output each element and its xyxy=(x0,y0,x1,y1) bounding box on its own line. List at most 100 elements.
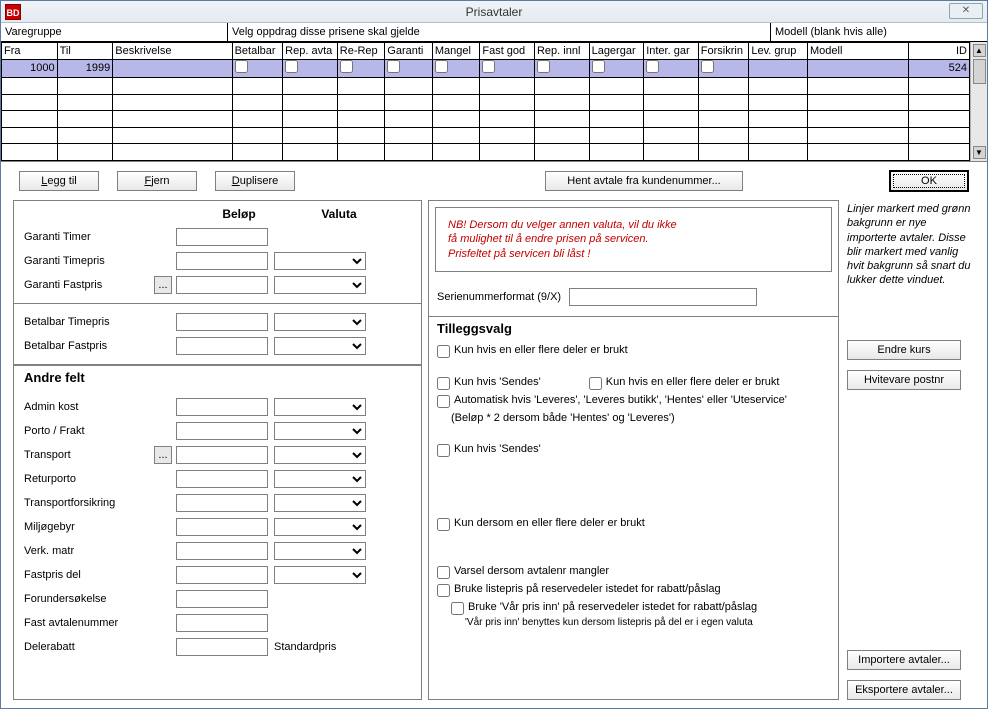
fastpris-del-valuta[interactable] xyxy=(274,566,366,584)
forundersokelse-input[interactable] xyxy=(176,590,268,608)
cb-kun-dersom-deler[interactable] xyxy=(437,518,450,531)
grid-scrollbar[interactable]: ▲ ▼ xyxy=(970,42,987,161)
col-beskrivelse[interactable]: Beskrivelse xyxy=(113,43,232,60)
delerabatt-input[interactable] xyxy=(176,638,268,656)
cell-beskrivelse[interactable] xyxy=(113,59,232,78)
cell-til[interactable]: 1999 xyxy=(57,59,113,78)
cb-lagergar[interactable] xyxy=(592,60,605,73)
cell-rep-avta[interactable] xyxy=(283,59,338,78)
miljogebyr-input[interactable] xyxy=(176,518,268,536)
cell-inter-gar[interactable] xyxy=(644,59,699,78)
porto-frakt-input[interactable] xyxy=(176,422,268,440)
garanti-timepris-valuta[interactable] xyxy=(274,252,366,270)
transport-valuta[interactable] xyxy=(274,446,366,464)
cell-id[interactable]: 524 xyxy=(909,59,970,78)
cb-kun-deler-brukt[interactable] xyxy=(437,345,450,358)
transport-ellipsis-button[interactable]: ... xyxy=(154,446,172,464)
col-modell[interactable]: Modell xyxy=(808,43,909,60)
col-lagergar[interactable]: Lagergar xyxy=(589,43,644,60)
col-forsikrin[interactable]: Forsikrin xyxy=(698,43,749,60)
cb-inter-gar[interactable] xyxy=(646,60,659,73)
scroll-up-icon[interactable]: ▲ xyxy=(973,44,986,57)
betalbar-fastpris-valuta[interactable] xyxy=(274,337,366,355)
cell-garanti[interactable] xyxy=(385,59,433,78)
grid-row-empty[interactable] xyxy=(2,127,970,144)
betalbar-timepris-valuta[interactable] xyxy=(274,313,366,331)
admin-kost-input[interactable] xyxy=(176,398,268,416)
cell-fra[interactable]: 1000 xyxy=(2,59,58,78)
cb-bruke-var-pris[interactable] xyxy=(451,602,464,615)
col-re-rep[interactable]: Re-Rep xyxy=(337,43,385,60)
cb-varsel-avtalenr[interactable] xyxy=(437,566,450,579)
col-til[interactable]: Til xyxy=(57,43,113,60)
cell-mangel[interactable] xyxy=(432,59,480,78)
garanti-timepris-input[interactable] xyxy=(176,252,268,270)
endre-kurs-button[interactable]: Endre kurs xyxy=(847,340,961,360)
cb-kun-sendes-2[interactable] xyxy=(437,444,450,457)
hvitevare-postnr-button[interactable]: Hvitevare postnr xyxy=(847,370,961,390)
betalbar-timepris-input[interactable] xyxy=(176,313,268,331)
col-id[interactable]: ID xyxy=(909,43,970,60)
miljogebyr-valuta[interactable] xyxy=(274,518,366,536)
verk-matr-valuta[interactable] xyxy=(274,542,366,560)
returporto-valuta[interactable] xyxy=(274,470,366,488)
cb-betalbar[interactable] xyxy=(235,60,248,73)
cell-re-rep[interactable] xyxy=(337,59,385,78)
admin-kost-valuta[interactable] xyxy=(274,398,366,416)
ok-button[interactable]: OK xyxy=(889,170,969,192)
cb-rep-innl[interactable] xyxy=(537,60,550,73)
cell-lagergar[interactable] xyxy=(589,59,644,78)
transportforsikring-valuta[interactable] xyxy=(274,494,366,512)
cb-rep-avta[interactable] xyxy=(285,60,298,73)
garanti-fastpris-input[interactable] xyxy=(176,276,268,294)
grid-row-empty[interactable] xyxy=(2,144,970,161)
eksportere-avtaler-button[interactable]: Eksportere avtaler... xyxy=(847,680,961,700)
importere-avtaler-button[interactable]: Importere avtaler... xyxy=(847,650,961,670)
col-rep-avta[interactable]: Rep. avta xyxy=(283,43,338,60)
cb-garanti[interactable] xyxy=(387,60,400,73)
cb-kun-deler-brukt-2[interactable] xyxy=(589,377,602,390)
cb-mangel[interactable] xyxy=(435,60,448,73)
cell-forsikrin[interactable] xyxy=(698,59,749,78)
grid-row-empty[interactable] xyxy=(2,94,970,111)
transportforsikring-input[interactable] xyxy=(176,494,268,512)
transport-input[interactable] xyxy=(176,446,268,464)
scroll-thumb[interactable] xyxy=(973,59,986,84)
col-inter-gar[interactable]: Inter. gar xyxy=(644,43,699,60)
cb-bruke-listepris[interactable] xyxy=(437,584,450,597)
betalbar-fastpris-input[interactable] xyxy=(176,337,268,355)
grid-row-empty[interactable] xyxy=(2,111,970,128)
cb-kun-sendes[interactable] xyxy=(437,377,450,390)
cb-fast-god[interactable] xyxy=(482,60,495,73)
duplisere-button[interactable]: Duplisere xyxy=(215,171,295,191)
prisavtaler-grid[interactable]: Fra Til Beskrivelse Betalbar Rep. avta R… xyxy=(1,42,970,161)
col-lev-grup[interactable]: Lev. grup xyxy=(749,43,808,60)
garanti-timer-input[interactable] xyxy=(176,228,268,246)
porto-frakt-valuta[interactable] xyxy=(274,422,366,440)
col-garanti[interactable]: Garanti xyxy=(385,43,433,60)
verk-matr-input[interactable] xyxy=(176,542,268,560)
grid-row-empty[interactable] xyxy=(2,78,970,95)
col-fast-god[interactable]: Fast god xyxy=(480,43,535,60)
garanti-fastpris-valuta[interactable] xyxy=(274,276,366,294)
cell-lev-grup[interactable] xyxy=(749,59,808,78)
scroll-down-icon[interactable]: ▼ xyxy=(973,146,986,159)
cb-re-rep[interactable] xyxy=(340,60,353,73)
close-icon[interactable]: ✕ xyxy=(949,3,983,19)
col-rep-innl[interactable]: Rep. innl xyxy=(534,43,589,60)
cb-auto-leveres[interactable] xyxy=(437,395,450,408)
grid-row-selected[interactable]: 1000 1999 524 xyxy=(2,59,970,78)
fjern-button[interactable]: Fjern xyxy=(117,171,197,191)
cell-fast-god[interactable] xyxy=(480,59,535,78)
col-betalbar[interactable]: Betalbar xyxy=(232,43,283,60)
returporto-input[interactable] xyxy=(176,470,268,488)
fast-avtalenummer-input[interactable] xyxy=(176,614,268,632)
cell-modell[interactable] xyxy=(808,59,909,78)
fastpris-del-input[interactable] xyxy=(176,566,268,584)
hent-avtale-button[interactable]: Hent avtale fra kundenummer... xyxy=(545,171,743,191)
legg-til-button[interactable]: Legg til xyxy=(19,171,99,191)
col-fra[interactable]: Fra xyxy=(2,43,58,60)
cell-rep-innl[interactable] xyxy=(534,59,589,78)
cb-forsikrin[interactable] xyxy=(701,60,714,73)
serienummerformat-input[interactable] xyxy=(569,288,757,306)
